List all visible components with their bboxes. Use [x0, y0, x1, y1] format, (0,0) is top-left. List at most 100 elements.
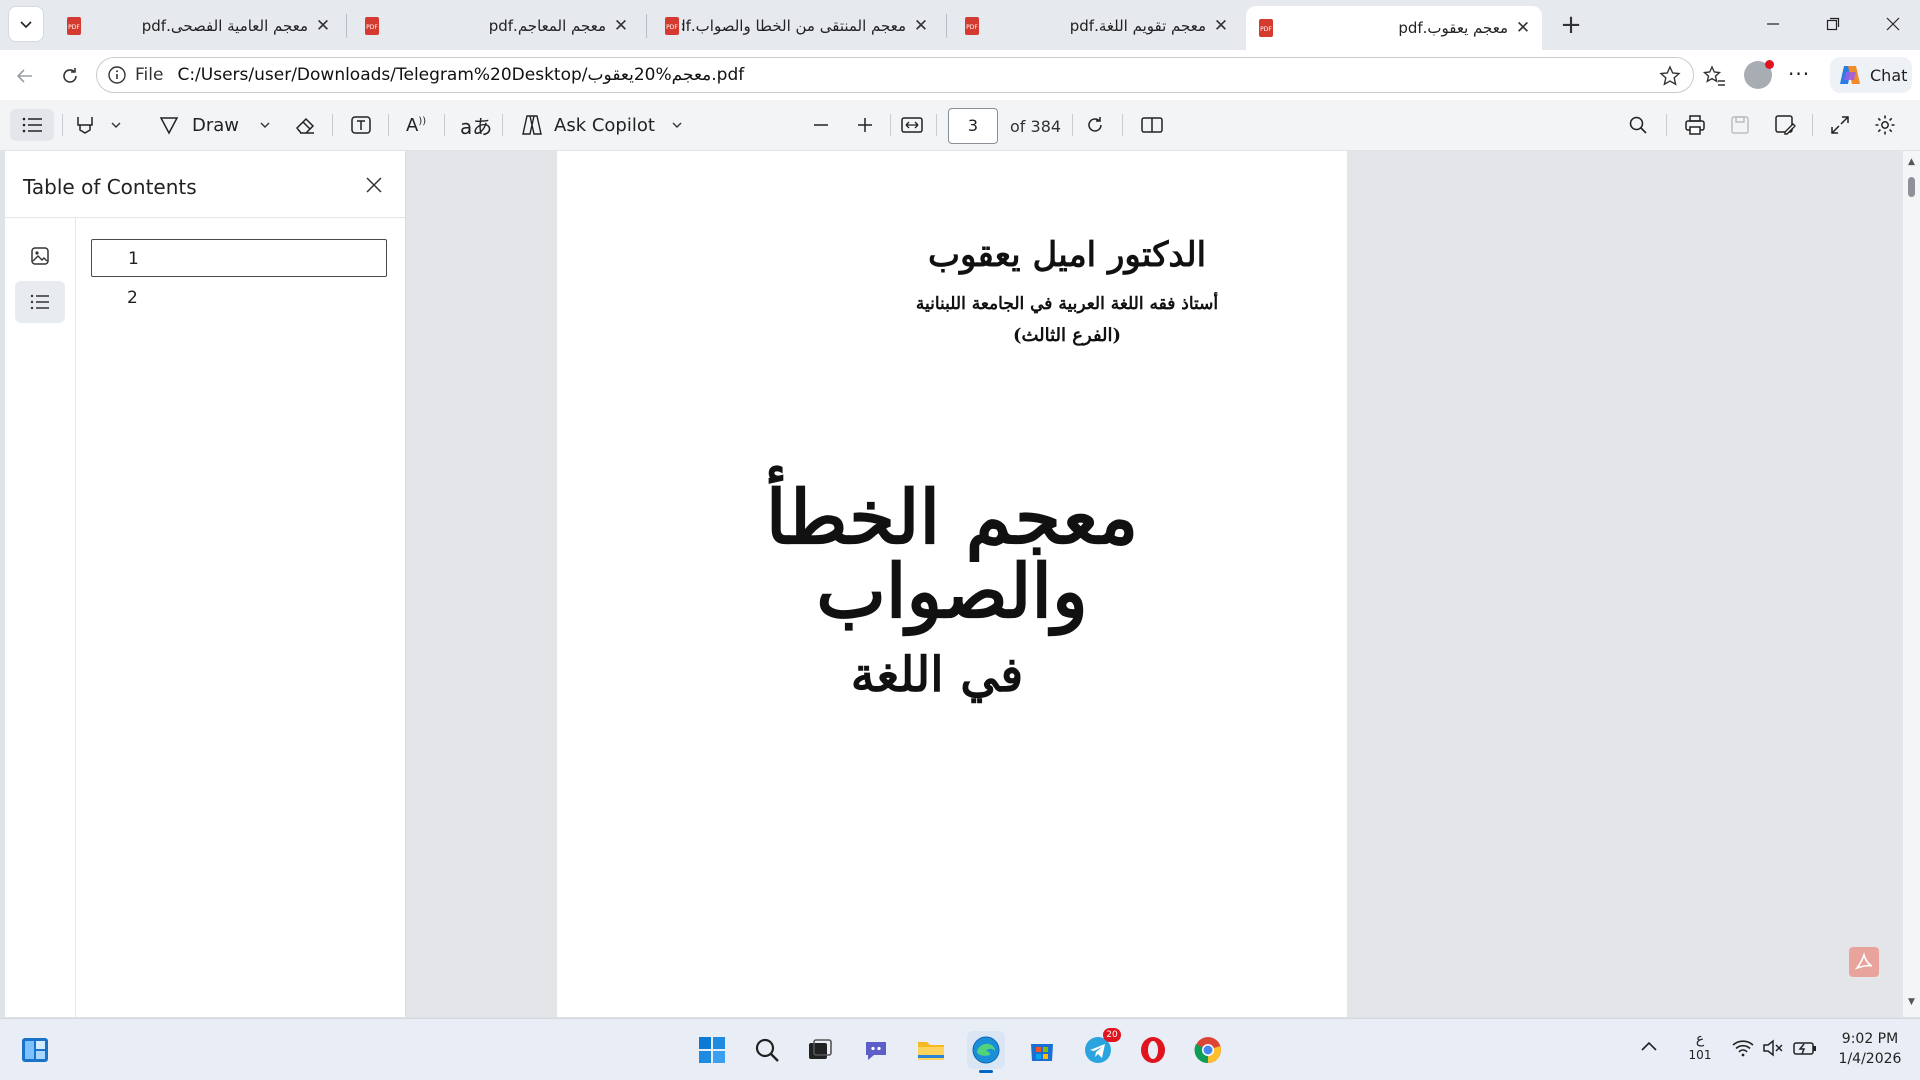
minus-icon	[814, 124, 828, 126]
task-view-button[interactable]	[801, 1031, 839, 1069]
document-viewport[interactable]: الدكتور اميل يعقوب أستاذ فقه اللغة العرب…	[406, 151, 1903, 1017]
table-of-contents-button[interactable]	[10, 109, 54, 141]
close-panel-button[interactable]	[360, 171, 388, 199]
minimize-button[interactable]	[1750, 8, 1796, 40]
restore-button[interactable]	[1810, 8, 1856, 40]
rotate-icon	[1088, 117, 1102, 132]
tab-2[interactable]: PDF معجم المعاجم.pdf ✕	[352, 6, 640, 46]
tab-separator	[946, 14, 947, 38]
telegram-button[interactable]: 20	[1079, 1028, 1121, 1069]
close-tab-icon[interactable]: ✕	[1514, 18, 1532, 38]
close-tab-icon[interactable]: ✕	[1212, 16, 1230, 36]
refresh-button[interactable]	[54, 60, 86, 92]
page-view-button[interactable]	[1140, 109, 1164, 141]
new-tab-button[interactable]: +	[1556, 10, 1586, 40]
edge-browser-button[interactable]	[967, 1031, 1005, 1073]
tab-5-active[interactable]: PDF معجم يعقوب.pdf ✕	[1246, 6, 1542, 50]
outline-button[interactable]	[15, 281, 65, 323]
scroll-up-arrow-icon[interactable]: ▲	[1908, 157, 1915, 167]
close-tab-icon[interactable]: ✕	[612, 16, 630, 36]
print-button[interactable]	[1684, 109, 1706, 141]
copilot-chat-button[interactable]: Chat	[1830, 57, 1912, 93]
teams-chat-button[interactable]	[857, 1031, 895, 1069]
file-explorer-button[interactable]	[912, 1031, 950, 1069]
input-language-indicator[interactable]: ع 101	[1688, 1031, 1712, 1063]
tab-3[interactable]: PDF معجم المنتقى من الخطا والصواب.pdf ✕	[652, 6, 940, 46]
toc-item[interactable]: 1	[91, 239, 387, 277]
fit-to-width-button[interactable]	[900, 109, 924, 141]
volume-button[interactable]	[1762, 1039, 1784, 1061]
chevron-down-icon[interactable]	[671, 119, 683, 131]
add-text-button[interactable]	[350, 109, 372, 141]
print-icon	[1685, 115, 1705, 135]
start-button[interactable]	[693, 1031, 731, 1069]
opera-icon	[1141, 1037, 1165, 1063]
chrome-button[interactable]	[1189, 1031, 1227, 1069]
chevron-down-icon[interactable]	[110, 119, 122, 131]
vertical-scrollbar[interactable]: ▲ ▼	[1903, 151, 1920, 1017]
widgets-button[interactable]	[16, 1031, 54, 1069]
draw-button[interactable]: Draw	[158, 109, 271, 141]
search-button[interactable]	[748, 1031, 786, 1069]
chevron-up-icon	[1641, 1041, 1657, 1051]
tab-actions-menu-button[interactable]	[8, 6, 44, 42]
toc-item[interactable]: 2	[91, 279, 387, 317]
full-screen-button[interactable]	[1830, 109, 1850, 141]
image-icon	[31, 247, 49, 265]
tab-title: معجم المنتقى من الخطا والصواب.pdf	[682, 17, 906, 35]
chevron-down-icon[interactable]	[259, 119, 271, 131]
pdf-file-icon: PDF	[67, 17, 81, 35]
erase-button[interactable]	[294, 109, 316, 141]
read-aloud-button[interactable]: A))	[406, 109, 426, 141]
save-as-button[interactable]	[1774, 109, 1796, 141]
url-text[interactable]: C:/Users/user/Downloads/Telegram%20Deskt…	[177, 65, 744, 85]
folder-icon	[918, 1042, 944, 1060]
pdf-page: الدكتور اميل يعقوب أستاذ فقه اللغة العرب…	[557, 151, 1347, 1017]
author-branch: (الفرع الثالث)	[1012, 325, 1122, 346]
scroll-down-arrow-icon[interactable]: ▼	[1908, 997, 1915, 1007]
find-button[interactable]	[1628, 109, 1648, 141]
highlight-button[interactable]	[74, 109, 122, 141]
tab-title: معجم يعقوب.pdf	[1398, 19, 1508, 37]
adobe-acrobat-icon[interactable]	[1849, 947, 1879, 977]
translate-button[interactable]: aあ	[460, 109, 492, 141]
settings-button[interactable]	[1874, 109, 1896, 141]
tab-4[interactable]: PDF معجم تقويم اللغة.pdf ✕	[952, 6, 1240, 46]
pdf-toolbar: Draw A)) aあ Ask Copilot 3 of 384	[0, 100, 1920, 151]
save-button[interactable]	[1730, 109, 1750, 141]
thumbnails-button[interactable]	[15, 235, 65, 277]
network-button[interactable]	[1732, 1039, 1754, 1061]
toolbar-separator	[1122, 114, 1123, 136]
svg-text:PDF: PDF	[666, 24, 678, 31]
show-hidden-icons-button[interactable]	[1640, 1039, 1658, 1057]
close-tab-icon[interactable]: ✕	[314, 16, 332, 36]
close-tab-icon[interactable]: ✕	[912, 16, 930, 36]
opera-button[interactable]	[1134, 1031, 1172, 1069]
eraser-icon	[295, 117, 315, 134]
zoom-out-button[interactable]	[812, 109, 830, 141]
tab-1[interactable]: PDF معجم العامية الفصحى.pdf ✕	[54, 6, 342, 46]
favorites-icon[interactable]	[1702, 64, 1726, 88]
table-of-contents-panel: Table of Contents 1 2	[5, 151, 406, 1018]
address-bar[interactable]: File C:/Users/user/Downloads/Telegram%20…	[96, 57, 1694, 93]
copilot-label: Ask Copilot	[554, 114, 655, 136]
tab-separator	[346, 14, 347, 38]
battery-button[interactable]	[1792, 1039, 1818, 1061]
author-name: الدكتور اميل يعقوب	[927, 235, 1207, 275]
back-button[interactable]	[9, 60, 41, 92]
zoom-in-button[interactable]	[856, 109, 874, 141]
widgets-icon	[22, 1038, 48, 1062]
favorite-star-icon[interactable]	[1659, 65, 1681, 87]
store-button[interactable]	[1023, 1031, 1061, 1069]
panel-title: Table of Contents	[23, 175, 197, 199]
pdf-file-icon: PDF	[365, 17, 379, 35]
profile-avatar[interactable]	[1744, 60, 1774, 89]
more-options-icon[interactable]: ···	[1788, 62, 1810, 86]
close-window-button[interactable]	[1870, 8, 1916, 40]
ask-copilot-button[interactable]: Ask Copilot	[520, 109, 683, 141]
clock[interactable]: 9:02 PM 1/4/2026	[1830, 1029, 1910, 1069]
list-icon	[30, 294, 49, 310]
scrollbar-thumb[interactable]	[1908, 177, 1915, 197]
rotate-button[interactable]	[1084, 109, 1106, 141]
page-number-input[interactable]: 3	[948, 108, 998, 144]
